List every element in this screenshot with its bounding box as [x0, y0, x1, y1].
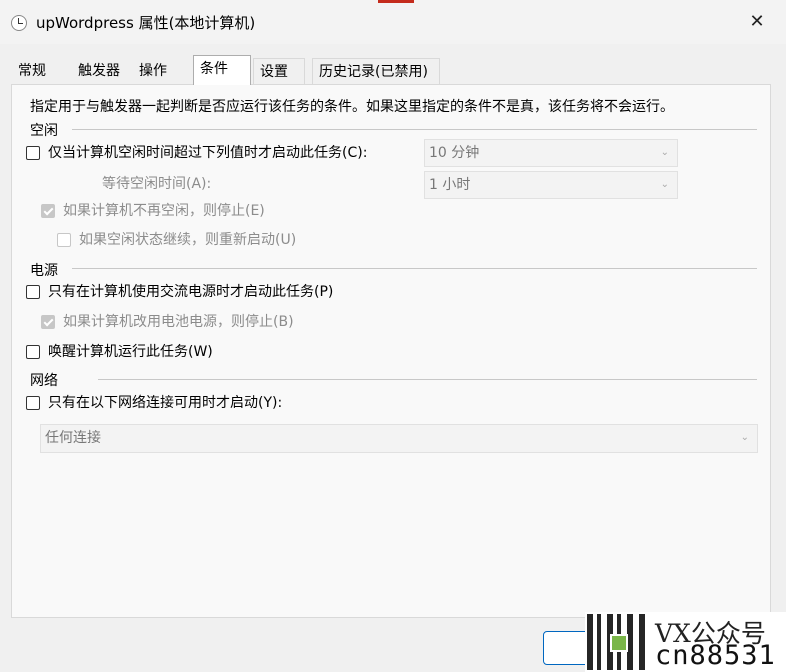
tab-settings[interactable]: 设置 — [253, 58, 305, 84]
chevron-down-icon: ⌄ — [660, 179, 669, 190]
idle-duration-select[interactable]: 10 分钟 ⌄ — [424, 139, 678, 167]
wake-computer-label: 唤醒计算机运行此任务(W) — [48, 344, 213, 360]
wait-idle-label: 等待空闲时间(A): — [102, 176, 212, 192]
start-if-idle-label: 仅当计算机空闲时间超过下列值时才启动此任务(C): — [48, 145, 368, 161]
chevron-down-icon: ⌄ — [740, 432, 749, 443]
network-only-checkbox[interactable] — [26, 396, 40, 410]
network-connection-value: 任何连接 — [45, 430, 101, 446]
network-connection-select[interactable]: 任何连接 ⌄ — [40, 424, 758, 453]
network-divider — [98, 379, 757, 380]
wait-duration-value: 1 小时 — [429, 177, 471, 193]
idle-duration-value: 10 分钟 — [429, 145, 480, 161]
tab-general[interactable]: 常规 — [12, 58, 70, 84]
stop-on-battery-checkbox[interactable] — [41, 315, 55, 329]
clock-icon — [11, 15, 27, 31]
stop-if-not-idle-label: 如果计算机不再空闲，则停止(E) — [63, 203, 265, 219]
idle-divider — [72, 129, 757, 130]
start-if-idle-checkbox[interactable] — [26, 146, 40, 160]
stop-if-not-idle-checkbox[interactable] — [41, 204, 55, 218]
network-section-header: 网络 — [30, 373, 58, 389]
watermark: VX公众号 cn88531 — [585, 612, 786, 672]
watermark-bottom-text: cn88531 — [655, 640, 776, 671]
tab-triggers[interactable]: 触发器 — [72, 58, 132, 84]
chevron-down-icon: ⌄ — [660, 147, 669, 158]
window-title: upWordpress 属性(本地计算机) — [36, 14, 256, 32]
stop-on-battery-label: 如果计算机改用电池电源，则停止(B) — [63, 314, 294, 330]
power-section-header: 电源 — [30, 263, 58, 279]
title-bar: upWordpress 属性(本地计算机) ✕ — [0, 0, 786, 44]
conditions-description: 指定用于与触发器一起判断是否应运行该任务的条件。如果这里指定的条件不是真，该任务… — [30, 99, 674, 115]
tab-history[interactable]: 历史记录(已禁用) — [312, 58, 440, 84]
power-divider — [72, 268, 757, 269]
background-window-edge — [378, 0, 414, 3]
idle-section-header: 空闲 — [30, 123, 58, 139]
wait-duration-select[interactable]: 1 小时 ⌄ — [424, 171, 678, 199]
ac-power-checkbox[interactable] — [26, 285, 40, 299]
restart-if-idle-label: 如果空闲状态继续，则重新启动(U) — [79, 232, 297, 248]
qr-logo-icon — [610, 634, 628, 652]
tab-conditions[interactable]: 条件 — [193, 55, 251, 85]
restart-if-idle-checkbox[interactable] — [57, 233, 71, 247]
close-icon[interactable]: ✕ — [736, 6, 778, 38]
tab-actions[interactable]: 操作 — [133, 58, 177, 84]
wake-computer-checkbox[interactable] — [26, 345, 40, 359]
ac-power-label: 只有在计算机使用交流电源时才启动此任务(P) — [48, 284, 334, 300]
network-only-label: 只有在以下网络连接可用时才启动(Y): — [48, 395, 283, 411]
